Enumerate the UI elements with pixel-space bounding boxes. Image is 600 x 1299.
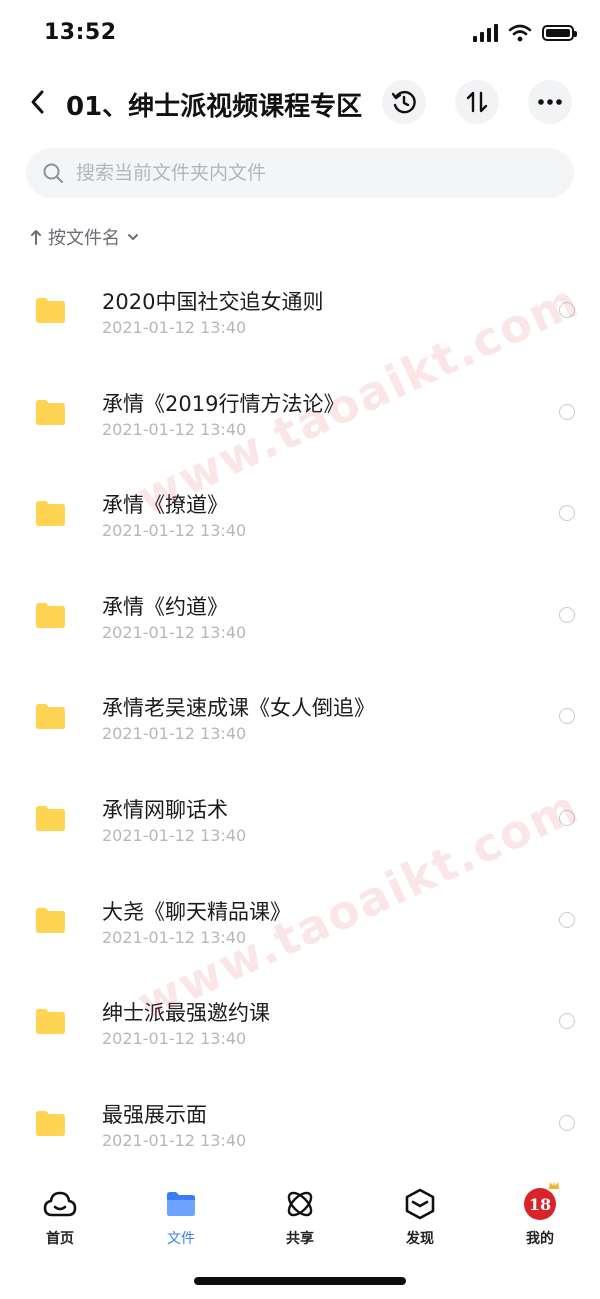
list-item[interactable]: 承情老吴速成课《女人倒追》 2021-01-12 13:40 — [0, 664, 600, 766]
file-name: 承情《2019行情方法论》 — [102, 391, 345, 416]
file-date: 2021-01-12 13:40 — [102, 622, 247, 642]
chevron-left-icon — [31, 90, 44, 114]
file-date: 2021-01-12 13:40 — [102, 521, 247, 541]
status-icons — [473, 24, 577, 42]
cube-icon — [402, 1186, 438, 1222]
folder-icon — [36, 399, 65, 425]
file-date: 2021-01-12 13:40 — [102, 318, 247, 337]
cloud-icon — [42, 1186, 78, 1222]
home-indicator — [194, 1277, 406, 1285]
avatar-badge: 18 — [524, 1188, 556, 1220]
history-button[interactable] — [382, 80, 426, 124]
select-checkbox[interactable] — [559, 911, 575, 928]
file-date: 2021-01-12 13:40 — [102, 1029, 247, 1049]
list-item[interactable]: 承情网聊话术 2021-01-12 13:40 — [0, 766, 600, 868]
tab-label: 文件 — [167, 1231, 195, 1247]
file-date: 2021-01-12 13:40 — [102, 1130, 247, 1150]
folder-icon — [36, 501, 65, 527]
list-item[interactable]: 2020中国社交追女通则 2021-01-12 13:40 — [0, 258, 600, 360]
more-button[interactable] — [528, 80, 572, 124]
sort-selector[interactable]: 按文件名 — [30, 224, 140, 250]
folder-icon — [36, 704, 65, 730]
select-checkbox[interactable] — [559, 403, 575, 420]
folder-icon — [163, 1186, 199, 1222]
file-name: 大尧《聊天精品课》 — [102, 899, 291, 924]
sort-label: 按文件名 — [48, 228, 120, 249]
avatar-icon: 18 — [522, 1181, 559, 1222]
file-date: 2021-01-12 13:40 — [102, 825, 247, 845]
tab-bar: 首页 文件 共享 发现 18 我的 — [0, 1170, 600, 1260]
list-item[interactable]: 绅士派最强邀约课 2021-01-12 13:40 — [0, 969, 600, 1071]
search-icon — [42, 162, 64, 184]
select-checkbox[interactable] — [559, 1114, 575, 1131]
select-checkbox[interactable] — [559, 708, 575, 725]
select-checkbox[interactable] — [559, 302, 575, 318]
tab-label: 首页 — [46, 1231, 74, 1247]
file-name: 绅士派最强邀约课 — [102, 1001, 270, 1026]
tab-label: 发现 — [406, 1231, 434, 1247]
select-checkbox[interactable] — [559, 809, 575, 826]
signal-icon — [473, 24, 498, 42]
more-dots-icon — [538, 99, 562, 105]
file-date: 2021-01-12 13:40 — [102, 419, 247, 439]
select-checkbox[interactable] — [559, 1013, 575, 1030]
history-icon — [391, 90, 416, 114]
file-name: 承情《约道》 — [102, 594, 228, 619]
status-time: 13:52 — [44, 20, 117, 45]
file-name: 承情老吴速成课《女人倒追》 — [102, 696, 375, 721]
file-list: 2020中国社交追女通则 2021-01-12 13:40 承情《2019行情方… — [0, 258, 600, 1172]
file-name: 2020中国社交追女通则 — [102, 290, 324, 314]
chevron-down-icon — [128, 234, 138, 240]
status-bar: 13:52 — [0, 0, 600, 70]
list-item[interactable]: 承情《2019行情方法论》 2021-01-12 13:40 — [0, 360, 600, 462]
tab-share[interactable]: 共享 — [260, 1186, 340, 1248]
file-name: 最强展示面 — [102, 1102, 207, 1127]
folder-icon — [36, 1110, 65, 1136]
arrow-up-icon — [31, 230, 41, 245]
file-name: 承情《撩道》 — [102, 493, 228, 518]
list-item[interactable]: 最强展示面 2021-01-12 13:40 — [0, 1071, 600, 1173]
orbit-icon — [282, 1186, 318, 1222]
battery-icon — [542, 25, 577, 41]
select-checkbox[interactable] — [559, 606, 575, 623]
sort-order-button[interactable] — [455, 80, 499, 124]
search-bar[interactable] — [26, 148, 574, 198]
wifi-icon — [508, 24, 532, 42]
folder-icon — [36, 805, 65, 831]
sort-arrows-icon — [466, 91, 488, 113]
file-name: 承情网聊话术 — [102, 797, 228, 822]
folder-icon — [36, 602, 65, 628]
tab-mine[interactable]: 18 我的 — [500, 1181, 580, 1248]
search-input[interactable] — [74, 161, 558, 185]
crown-icon — [549, 1181, 559, 1189]
list-item[interactable]: 承情《撩道》 2021-01-12 13:40 — [0, 461, 600, 563]
page-title: 01、绅士派视频课程专区 — [66, 92, 363, 122]
back-button[interactable] — [22, 84, 52, 120]
tab-files[interactable]: 文件 — [141, 1186, 221, 1248]
select-checkbox[interactable] — [559, 505, 575, 522]
file-date: 2021-01-12 13:40 — [102, 724, 247, 744]
file-date: 2021-01-12 13:40 — [102, 927, 247, 947]
header: 01、绅士派视频课程专区 — [0, 72, 600, 132]
list-item[interactable]: 承情《约道》 2021-01-12 13:40 — [0, 563, 600, 665]
tab-label: 共享 — [286, 1231, 314, 1247]
tab-label: 我的 — [526, 1231, 554, 1247]
tab-home[interactable]: 首页 — [20, 1186, 100, 1248]
folder-icon — [36, 298, 65, 323]
folder-icon — [36, 907, 65, 933]
tab-discover[interactable]: 发现 — [380, 1186, 460, 1248]
list-item[interactable]: 大尧《聊天精品课》 2021-01-12 13:40 — [0, 868, 600, 970]
folder-icon — [36, 1009, 65, 1035]
